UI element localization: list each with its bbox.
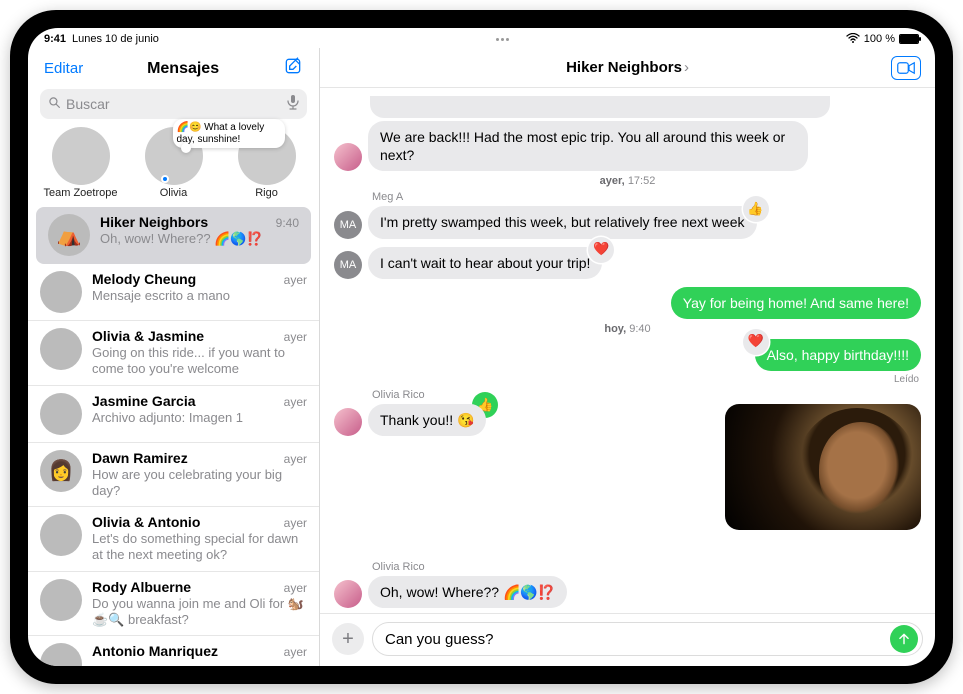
search-icon <box>48 96 61 112</box>
avatar: 👩 <box>40 450 82 492</box>
edit-button[interactable]: Editar <box>44 60 83 77</box>
chat-title: Hiker Neighbors <box>566 59 682 76</box>
sender-label: Olivia Rico <box>372 389 921 401</box>
conversation-list: ⛺ Hiker Neighbors9:40 Oh, wow! Where?? 🌈… <box>28 207 319 666</box>
status-date: Lunes 10 de junio <box>72 33 159 45</box>
send-button[interactable] <box>890 625 918 653</box>
unread-dot <box>161 175 169 183</box>
avatar <box>334 143 362 171</box>
message-bubble[interactable]: We are back!!! Had the most epic trip. Y… <box>368 121 808 171</box>
battery-label: 100 % <box>864 33 895 45</box>
add-attachment-button[interactable]: + <box>332 623 364 655</box>
wifi-icon <box>846 33 860 46</box>
timestamp: ayer, 17:52 <box>334 175 921 187</box>
conversation-item[interactable]: Rody Albuerneayer Do you wanna join me a… <box>28 572 319 637</box>
avatar <box>40 643 82 666</box>
avatar <box>334 408 362 436</box>
image-attachment[interactable] <box>725 404 921 530</box>
compose-button[interactable] <box>283 56 303 81</box>
avatar <box>40 514 82 556</box>
sidebar: Editar Mensajes Buscar <box>28 48 320 666</box>
avatar <box>40 393 82 435</box>
sender-label: Olivia Rico <box>372 561 921 573</box>
conversation-item[interactable]: Antonio Manriquezayer <box>28 636 319 666</box>
status-bar: 9:41 Lunes 10 de junio 100 % <box>28 28 935 48</box>
reaction-heart[interactable]: ❤️ <box>588 237 614 263</box>
multitask-dots[interactable] <box>496 38 509 41</box>
pinned-preview-bubble: 🌈😊 What a lovely day, sunshine! <box>173 119 285 148</box>
avatar: ⛺ <box>48 214 90 256</box>
message-bubble[interactable]: I can't wait to hear about your trip! ❤️ <box>368 247 602 279</box>
sender-label: Meg A <box>372 191 921 203</box>
message-bubble[interactable]: Thank you!! 😘 <box>368 404 486 436</box>
conversation-item[interactable]: ⛺ Hiker Neighbors9:40 Oh, wow! Where?? 🌈… <box>36 207 311 264</box>
status-time: 9:41 <box>44 33 66 45</box>
pinned-team-zoetrope[interactable]: Team Zoetrope <box>42 127 120 199</box>
dictate-icon[interactable] <box>287 95 299 113</box>
delivery-status: Leído <box>334 374 919 385</box>
facetime-button[interactable] <box>891 56 921 80</box>
message-bubble[interactable]: ❤️ Also, happy birthday!!!! <box>755 339 921 371</box>
reaction-thumbs-up[interactable]: 👍 <box>743 196 769 222</box>
pinned-olivia[interactable]: Olivia 🌈😊 What a lovely day, sunshine! <box>135 127 213 199</box>
battery-icon <box>899 34 919 44</box>
conversation-item[interactable]: 👩 Dawn Ramirezayer How are you celebrati… <box>28 443 319 508</box>
chat-header[interactable]: Hiker Neighbors › <box>320 48 935 88</box>
chevron-right-icon: › <box>684 59 689 76</box>
conversation-item[interactable]: Olivia & Jasmineayer Going on this ride.… <box>28 321 319 386</box>
message-bubble[interactable]: I'm pretty swamped this week, but relati… <box>368 206 757 238</box>
message-input-text: Can you guess? <box>385 631 890 648</box>
reaction-heart[interactable]: ❤️ <box>743 329 769 355</box>
conversation-item[interactable]: Olivia & Antonioayer Let's do something … <box>28 507 319 572</box>
chat-pane: Hiker Neighbors › We are back!!! Had the… <box>320 48 935 666</box>
avatar <box>40 579 82 621</box>
previous-message-peek <box>370 96 830 118</box>
message-input[interactable]: Can you guess? <box>372 622 923 656</box>
avatar: MA <box>334 211 362 239</box>
messages-scroll[interactable]: We are back!!! Had the most epic trip. Y… <box>320 88 935 613</box>
avatar <box>334 580 362 608</box>
avatar <box>52 127 110 185</box>
timestamp: hoy, 9:40 <box>334 323 921 335</box>
composer: + Can you guess? <box>320 613 935 666</box>
conversation-item[interactable]: Melody Cheungayer Mensaje escrito a mano <box>28 264 319 321</box>
conversation-item[interactable]: Jasmine Garciaayer Archivo adjunto: Imag… <box>28 386 319 443</box>
avatar <box>40 271 82 313</box>
message-bubble[interactable]: Yay for being home! And same here! <box>671 287 921 319</box>
avatar: MA <box>334 251 362 279</box>
avatar <box>40 328 82 370</box>
pinned-row: Team Zoetrope Olivia 🌈😊 What a lovely da… <box>28 125 319 207</box>
search-placeholder: Buscar <box>66 96 287 112</box>
message-bubble[interactable]: Oh, wow! Where?? 🌈🌎⁉️ <box>368 576 567 608</box>
sidebar-title: Mensajes <box>83 60 283 78</box>
search-field[interactable]: Buscar <box>40 89 307 119</box>
